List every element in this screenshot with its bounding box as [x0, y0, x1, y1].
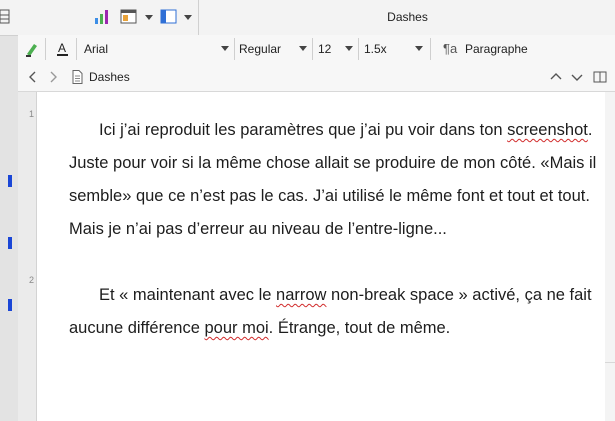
text-color-icon[interactable]: A	[56, 41, 70, 57]
line-number: 2	[28, 275, 34, 285]
highlighter-icon[interactable]	[25, 41, 39, 57]
back-arrow-icon[interactable]	[26, 70, 40, 84]
paragraph-style-icon[interactable]: ¶a	[443, 35, 457, 63]
paragraph-style-select[interactable]: Paragraphe	[465, 35, 585, 63]
paragraph-text: Et « maintenant avec le	[99, 286, 277, 304]
document-title: Dashes	[89, 70, 130, 84]
chart-icon[interactable]	[94, 9, 112, 25]
vertical-scrollbar[interactable]	[605, 92, 615, 421]
chevron-down-icon[interactable]	[570, 70, 584, 84]
spellcheck-flagged-word[interactable]: screenshot	[507, 121, 588, 139]
spellcheck-flagged-word[interactable]: pour moi	[204, 319, 268, 337]
paragraph-2[interactable]: Et « maintenant avec le narrow non-break…	[69, 279, 599, 345]
left-panel-strip	[0, 0, 19, 421]
format-bar: A Arial Regular 12 1.5x ¶a Paragraphe	[18, 35, 615, 64]
grid-icon[interactable]	[0, 9, 10, 25]
sidebar-toggle-icon[interactable]	[160, 9, 178, 25]
paragraph-text: . Étrange, tout de même.	[268, 319, 451, 337]
font-size-caret[interactable]	[345, 46, 353, 51]
main-toolbar: Dashes	[0, 0, 615, 36]
chevron-up-icon[interactable]	[549, 70, 563, 84]
svg-text:A: A	[58, 41, 66, 55]
document-header: Dashes	[18, 63, 615, 92]
marker-blue	[8, 299, 12, 311]
paragraph-text: Ici j’ai reproduit les paramètres que j’…	[99, 121, 508, 139]
document-icon	[72, 70, 83, 84]
paragraph-1[interactable]: Ici j’ai reproduit les paramètres que j’…	[69, 114, 599, 246]
line-number-gutter: 1 2	[18, 92, 37, 421]
font-family-select[interactable]: Arial	[84, 35, 224, 63]
layout-icon[interactable]	[120, 9, 138, 25]
forward-arrow-icon[interactable]	[46, 70, 60, 84]
font-style-caret[interactable]	[299, 46, 307, 51]
font-family-caret[interactable]	[221, 46, 229, 51]
split-view-icon[interactable]	[593, 70, 607, 84]
line-number: 1	[28, 109, 34, 119]
sidebar-menu-caret[interactable]	[184, 15, 192, 20]
layout-menu-caret[interactable]	[145, 15, 153, 20]
line-spacing-select[interactable]: 1.5x	[364, 35, 414, 63]
line-spacing-caret[interactable]	[415, 46, 423, 51]
editor-page[interactable]: Ici j’ai reproduit les paramètres que j’…	[37, 92, 615, 421]
window-title: Dashes	[198, 0, 615, 35]
marker-blue	[8, 175, 12, 187]
marker-blue	[8, 237, 12, 249]
font-size-select[interactable]: 12	[318, 35, 348, 63]
spellcheck-flagged-word[interactable]: narrow	[276, 286, 326, 304]
